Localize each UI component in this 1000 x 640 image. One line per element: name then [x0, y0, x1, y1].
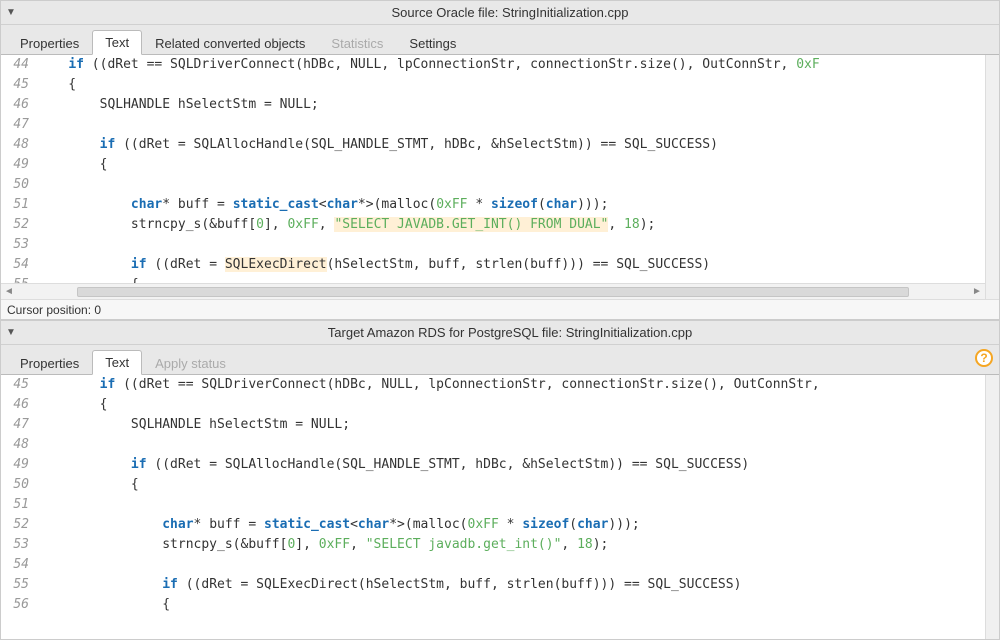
line-number: 45	[1, 75, 37, 95]
line-number: 52	[1, 515, 37, 535]
scroll-right-icon[interactable]: ►	[969, 286, 985, 297]
target-right-gutter	[985, 375, 999, 639]
source-hscrollbar[interactable]: ◄ ►	[1, 283, 985, 299]
code-line[interactable]: strncpy_s(&buff[0], 0xFF, "SELECT JAVADB…	[37, 215, 820, 235]
code-line[interactable]: SQLHANDLE hSelectStm = NULL;	[37, 415, 820, 435]
target-code-area: 45 if ((dRet == SQLDriverConnect(hDBc, N…	[1, 375, 999, 639]
line-number: 55	[1, 575, 37, 595]
collapse-icon[interactable]: ▼	[1, 7, 21, 18]
code-line[interactable]: strncpy_s(&buff[0], 0xFF, "SELECT javadb…	[37, 535, 820, 555]
code-line[interactable]: if ((dRet = SQLAllocHandle(SQL_HANDLE_ST…	[37, 455, 820, 475]
code-line[interactable]	[37, 115, 820, 135]
code-line[interactable]	[37, 495, 820, 515]
code-line[interactable]: SQLHANDLE hSelectStm = NULL;	[37, 95, 820, 115]
code-line[interactable]: if ((dRet == SQLDriverConnect(hDBc, NULL…	[37, 375, 820, 395]
line-number: 45	[1, 375, 37, 395]
code-line[interactable]: if ((dRet = SQLExecDirect(hSelectStm, bu…	[37, 575, 820, 595]
code-line[interactable]: {	[37, 275, 820, 283]
line-number: 54	[1, 555, 37, 575]
line-number: 48	[1, 435, 37, 455]
code-line[interactable]: if ((dRet == SQLDriverConnect(hDBc, NULL…	[37, 55, 820, 75]
tab-settings[interactable]: Settings	[396, 31, 469, 55]
line-number: 54	[1, 255, 37, 275]
code-line[interactable]	[37, 175, 820, 195]
line-number: 46	[1, 95, 37, 115]
line-number: 48	[1, 135, 37, 155]
line-number: 51	[1, 495, 37, 515]
source-panel-title: Source Oracle file: StringInitialization…	[21, 5, 999, 20]
cursor-status: Cursor position: 0	[1, 299, 999, 319]
tab-properties[interactable]: Properties	[7, 31, 92, 55]
code-line[interactable]: {	[37, 155, 820, 175]
scroll-thumb[interactable]	[77, 287, 909, 297]
line-number: 55	[1, 275, 37, 283]
line-number: 49	[1, 155, 37, 175]
code-line[interactable]: if ((dRet = SQLExecDirect(hSelectStm, bu…	[37, 255, 820, 275]
tab-properties[interactable]: Properties	[7, 351, 92, 375]
tab-related-converted-objects[interactable]: Related converted objects	[142, 31, 318, 55]
line-number: 53	[1, 235, 37, 255]
line-number: 46	[1, 395, 37, 415]
target-panel-title: Target Amazon RDS for PostgreSQL file: S…	[21, 325, 999, 340]
line-number: 52	[1, 215, 37, 235]
code-line[interactable]: {	[37, 475, 820, 495]
source-tabs: PropertiesTextRelated converted objectsS…	[1, 25, 999, 55]
tab-statistics: Statistics	[318, 31, 396, 55]
line-number: 51	[1, 195, 37, 215]
target-tabs: PropertiesTextApply status	[1, 345, 999, 375]
code-line[interactable]: {	[37, 75, 820, 95]
help-icon[interactable]: ?	[975, 349, 993, 367]
code-line[interactable]: {	[37, 395, 820, 415]
line-number: 44	[1, 55, 37, 75]
tab-text[interactable]: Text	[92, 350, 142, 375]
code-line[interactable]	[37, 435, 820, 455]
line-number: 53	[1, 535, 37, 555]
source-code-scroll[interactable]: 44 if ((dRet == SQLDriverConnect(hDBc, N…	[1, 55, 985, 283]
source-code-area: 44 if ((dRet == SQLDriverConnect(hDBc, N…	[1, 55, 999, 299]
code-line[interactable]: char* buff = static_cast<char*>(malloc(0…	[37, 515, 820, 535]
tab-text[interactable]: Text	[92, 30, 142, 55]
line-number: 50	[1, 175, 37, 195]
source-panel: ▼ Source Oracle file: StringInitializati…	[0, 0, 1000, 320]
line-number: 47	[1, 415, 37, 435]
source-right-gutter	[985, 55, 999, 299]
code-line[interactable]: if ((dRet = SQLAllocHandle(SQL_HANDLE_ST…	[37, 135, 820, 155]
scroll-left-icon[interactable]: ◄	[1, 286, 17, 297]
code-line[interactable]: char* buff = static_cast<char*>(malloc(0…	[37, 195, 820, 215]
line-number: 47	[1, 115, 37, 135]
target-code-scroll[interactable]: 45 if ((dRet == SQLDriverConnect(hDBc, N…	[1, 375, 985, 639]
scroll-track[interactable]	[17, 287, 969, 297]
code-line[interactable]	[37, 235, 820, 255]
source-panel-header: ▼ Source Oracle file: StringInitializati…	[1, 1, 999, 25]
code-line[interactable]: {	[37, 595, 820, 615]
tab-apply-status: Apply status	[142, 351, 239, 375]
code-line[interactable]	[37, 555, 820, 575]
line-number: 56	[1, 595, 37, 615]
target-panel: ▼ Target Amazon RDS for PostgreSQL file:…	[0, 320, 1000, 640]
collapse-icon[interactable]: ▼	[1, 327, 21, 338]
line-number: 50	[1, 475, 37, 495]
line-number: 49	[1, 455, 37, 475]
target-panel-header: ▼ Target Amazon RDS for PostgreSQL file:…	[1, 321, 999, 345]
